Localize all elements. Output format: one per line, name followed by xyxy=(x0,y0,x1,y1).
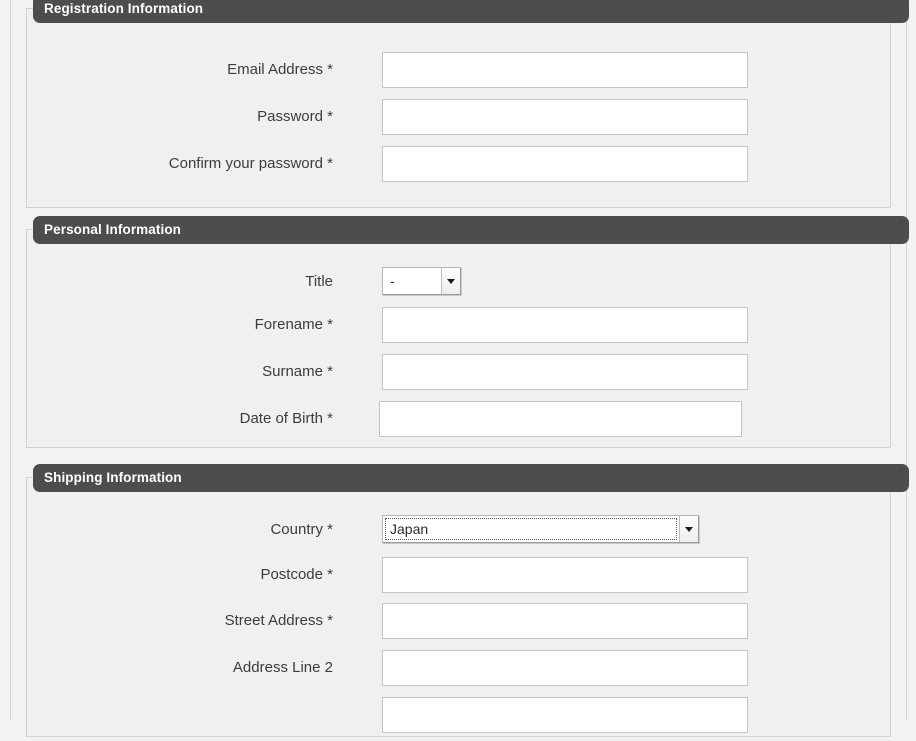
label-password: Password * xyxy=(257,108,333,125)
select-title[interactable]: - xyxy=(382,267,461,295)
label-confirm-password: Confirm your password * xyxy=(168,155,333,172)
form-row-next-field-partial xyxy=(27,694,890,741)
form-row-password: Password * xyxy=(27,96,890,143)
section-body-shipping-information: Country * Japan Postcode * Street Addres… xyxy=(27,478,890,741)
chevron-down-icon[interactable] xyxy=(679,516,698,542)
section-shipping-information: Shipping Information Country * Japan Pos… xyxy=(26,464,909,737)
label-address-line-2: Address Line 2 xyxy=(232,659,333,676)
field-forename xyxy=(382,307,748,343)
form-row-street-address: Street Address * xyxy=(27,600,890,647)
label-email-address: Email Address * xyxy=(227,61,333,78)
field-next-field-partial xyxy=(382,697,748,733)
label-postcode: Postcode * xyxy=(260,566,333,583)
form-row-surname: Surname * xyxy=(27,351,890,398)
input-street-address[interactable] xyxy=(382,603,748,639)
label-forename: Forename * xyxy=(254,316,333,333)
section-header-shipping-information: Shipping Information xyxy=(33,464,909,492)
field-country: Japan xyxy=(382,515,699,548)
input-confirm-password[interactable] xyxy=(382,146,748,182)
field-title: - xyxy=(382,267,461,300)
input-forename[interactable] xyxy=(382,307,748,343)
section-header-personal-information: Personal Information xyxy=(33,216,909,244)
label-country: Country * xyxy=(270,521,333,538)
form-row-title: Title - xyxy=(27,261,890,304)
select-country-focus-ring xyxy=(385,518,677,540)
field-password xyxy=(382,99,748,135)
input-email-address[interactable] xyxy=(382,52,748,88)
form-row-address-line-2: Address Line 2 xyxy=(27,647,890,694)
label-surname: Surname * xyxy=(262,363,333,380)
section-header-registration-information: Registration Information xyxy=(33,0,909,23)
select-country-value: Japan xyxy=(390,521,429,537)
input-surname[interactable] xyxy=(382,354,748,390)
section-body-personal-information: Title - Forename * Surname * Date of Bir… xyxy=(27,230,890,445)
form-row-postcode: Postcode * xyxy=(27,554,890,600)
select-title-value: - xyxy=(390,273,395,289)
field-surname xyxy=(382,354,748,390)
section-registration-information: Registration Information Email Address *… xyxy=(26,0,909,208)
field-date-of-birth xyxy=(379,401,742,437)
registration-form: Registration Information Email Address *… xyxy=(0,0,916,737)
section-personal-information: Personal Information Title - Forename * xyxy=(26,216,909,448)
form-row-confirm-password: Confirm your password * xyxy=(27,143,890,190)
section-body-registration-information: Email Address * Password * Confirm your … xyxy=(27,9,890,190)
chevron-down-icon[interactable] xyxy=(441,268,460,294)
field-address-line-2 xyxy=(382,650,748,686)
form-row-date-of-birth: Date of Birth * xyxy=(27,398,890,445)
input-postcode[interactable] xyxy=(382,557,748,593)
form-row-country: Country * Japan xyxy=(27,509,890,554)
field-postcode xyxy=(382,557,748,593)
form-row-email-address: Email Address * xyxy=(27,49,890,96)
field-confirm-password xyxy=(382,146,748,182)
field-street-address xyxy=(382,603,748,639)
label-title: Title xyxy=(305,273,333,290)
label-date-of-birth: Date of Birth * xyxy=(239,410,333,427)
label-street-address: Street Address * xyxy=(224,612,333,629)
field-email-address xyxy=(382,52,748,88)
input-password[interactable] xyxy=(382,99,748,135)
form-row-forename: Forename * xyxy=(27,304,890,351)
select-country[interactable]: Japan xyxy=(382,515,699,543)
input-date-of-birth[interactable] xyxy=(379,401,742,437)
input-next-field-partial[interactable] xyxy=(382,697,748,733)
input-address-line-2[interactable] xyxy=(382,650,748,686)
